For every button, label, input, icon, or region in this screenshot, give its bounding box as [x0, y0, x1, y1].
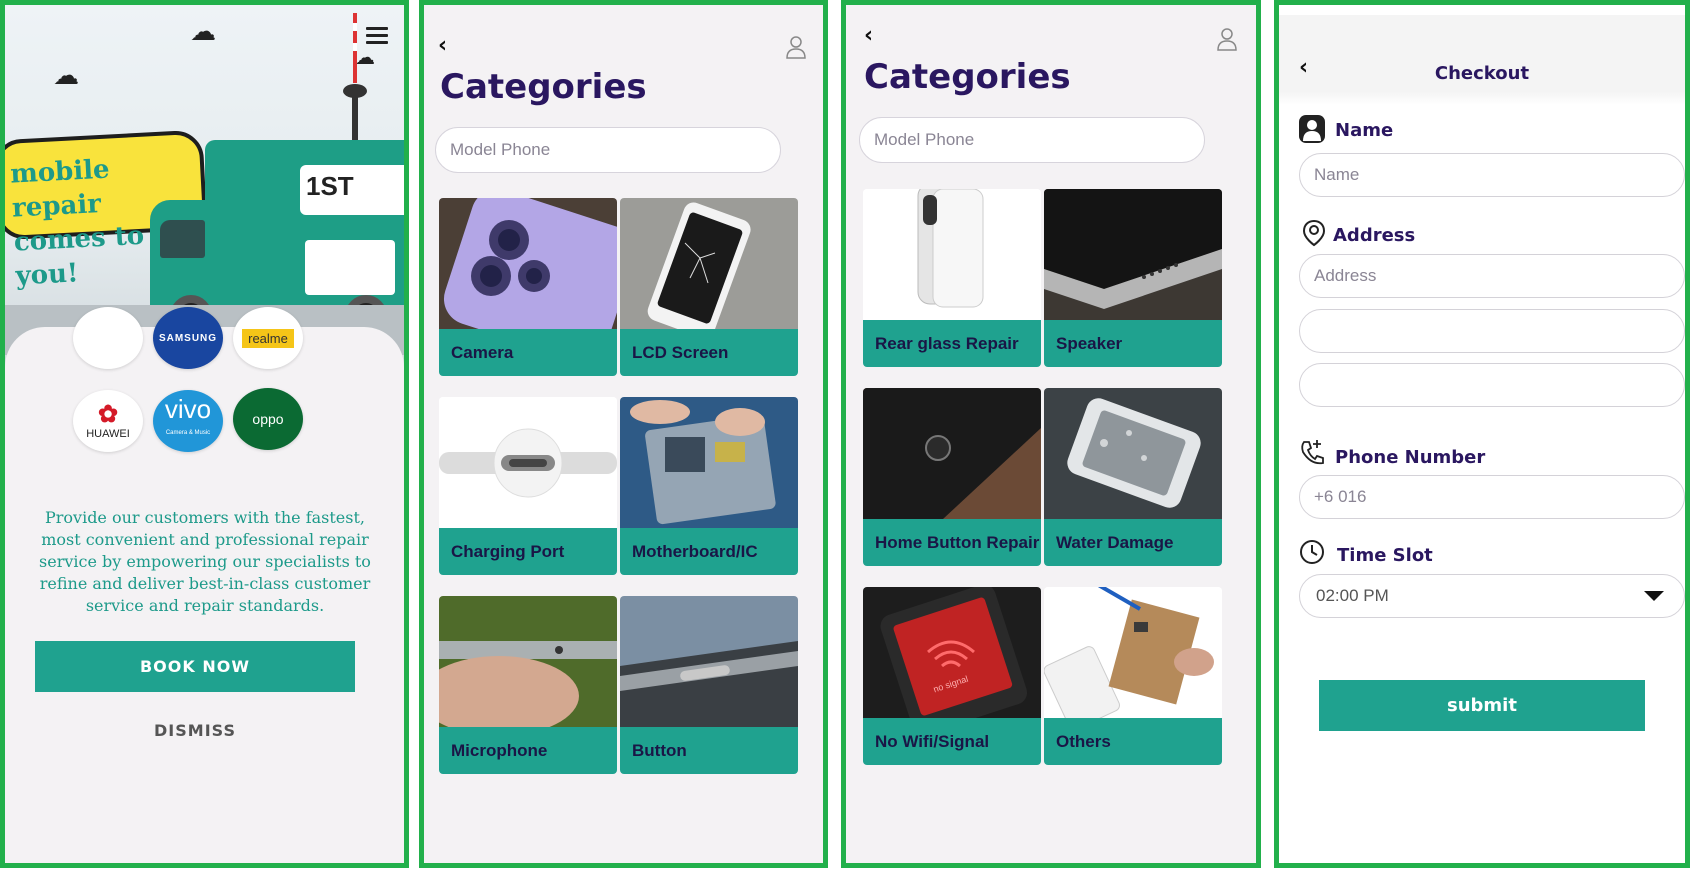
- phone-add-icon: [1301, 440, 1324, 465]
- clock-icon: [1300, 540, 1324, 564]
- category-label: Home Button Repair: [863, 519, 1041, 566]
- address-line-2-input[interactable]: [1299, 309, 1685, 353]
- category-card-microphone[interactable]: Microphone: [439, 596, 617, 774]
- no-signal-photo: no signal: [863, 587, 1041, 718]
- dropdown-caret-icon: [1644, 591, 1664, 601]
- name-badge-icon: [1299, 115, 1325, 143]
- category-label: Charging Port: [439, 528, 617, 575]
- category-card-button[interactable]: Button: [620, 596, 798, 774]
- home-button-photo: [863, 388, 1041, 519]
- page-title: Categories: [864, 57, 1071, 97]
- category-card-charging-port[interactable]: Charging Port: [439, 397, 617, 575]
- category-label: Motherboard/IC: [620, 528, 798, 575]
- checkout-header: [1279, 15, 1685, 105]
- cloud-icon: ☁: [190, 17, 216, 47]
- page-title: Checkout: [1434, 63, 1530, 84]
- name-input[interactable]: [1299, 153, 1685, 197]
- dismiss-button[interactable]: DISMISS: [35, 721, 355, 740]
- water-damage-photo: [1044, 388, 1222, 519]
- brand-realme-logo[interactable]: realme: [233, 307, 303, 369]
- category-card-rear-glass[interactable]: Rear glass Repair: [863, 189, 1041, 367]
- motherboard-photo: [620, 397, 798, 528]
- category-card-water-damage[interactable]: Water Damage: [1044, 388, 1222, 566]
- time-slot-value: 02:00 PM: [1316, 586, 1389, 605]
- brand-oppo-logo[interactable]: oppo: [233, 388, 303, 450]
- category-card-speaker[interactable]: Speaker: [1044, 189, 1222, 367]
- splash-screen: ☁ ☁ ☁ mobile repair comes to you! 1ST SA…: [0, 0, 409, 868]
- category-card-home-button[interactable]: Home Button Repair: [863, 388, 1041, 566]
- address-line-3-input[interactable]: [1299, 363, 1685, 407]
- brand-samsung-logo[interactable]: SAMSUNG: [153, 307, 223, 369]
- category-label: Camera: [439, 329, 617, 376]
- category-label: Others: [1044, 718, 1222, 765]
- model-phone-search-input[interactable]: [859, 117, 1205, 163]
- name-label: Name: [1335, 120, 1394, 141]
- categories-screen-a: ‹ Categories Camera LCD Screen: [419, 0, 828, 868]
- phone-number-label: Phone Number: [1335, 447, 1486, 468]
- cloud-icon: ☁: [53, 61, 79, 91]
- lcd-screen-photo: [620, 198, 798, 329]
- category-card-no-wifi[interactable]: no signal No Wifi/Signal: [863, 587, 1041, 765]
- phone-number-input[interactable]: [1299, 475, 1685, 519]
- microphone-photo: [439, 596, 617, 727]
- category-label: No Wifi/Signal: [863, 718, 1041, 765]
- category-card-lcd-screen[interactable]: LCD Screen: [620, 198, 798, 376]
- huawei-flower-icon: ✿: [97, 401, 119, 428]
- button-photo: [620, 596, 798, 727]
- book-now-button[interactable]: BOOK NOW: [35, 641, 355, 692]
- brand-huawei-logo[interactable]: ✿ HUAWEI: [73, 390, 143, 452]
- speaker-photo: [1044, 189, 1222, 320]
- category-label: LCD Screen: [620, 329, 798, 376]
- address-label: Address: [1333, 225, 1416, 246]
- submit-button[interactable]: submit: [1319, 680, 1645, 731]
- user-icon[interactable]: [785, 35, 807, 59]
- others-photo: [1044, 587, 1222, 718]
- charging-port-photo: [439, 397, 617, 528]
- category-label: Rear glass Repair: [863, 320, 1041, 367]
- category-card-motherboard[interactable]: Motherboard/IC: [620, 397, 798, 575]
- page-title: Categories: [440, 67, 647, 107]
- back-chevron-icon[interactable]: ‹: [438, 33, 447, 58]
- back-chevron-icon[interactable]: ‹: [864, 23, 873, 48]
- location-pin-icon: [1302, 219, 1326, 247]
- category-card-others[interactable]: Others: [1044, 587, 1222, 765]
- category-label: Button: [620, 727, 798, 774]
- category-label: Water Damage: [1044, 519, 1222, 566]
- time-slot-select[interactable]: 02:00 PM: [1299, 574, 1685, 618]
- category-label: Speaker: [1044, 320, 1222, 367]
- checkout-screen: ‹ Checkout Name Address Phone Number Tim…: [1274, 0, 1690, 868]
- brand-vivo-logo[interactable]: vivo Camera & Music: [153, 390, 223, 452]
- rear-glass-photo: [863, 189, 1041, 320]
- menu-icon[interactable]: [366, 27, 388, 45]
- address-line-1-input[interactable]: [1299, 254, 1685, 298]
- time-slot-label: Time Slot: [1337, 545, 1433, 566]
- category-card-camera[interactable]: Camera: [439, 198, 617, 376]
- mission-text: Provide our customers with the fastest, …: [39, 508, 371, 615]
- camera-photo: [439, 198, 617, 329]
- brand-apple-logo[interactable]: [73, 307, 143, 369]
- categories-screen-b: ‹ Categories Rear glass Repair Speaker H…: [841, 0, 1261, 868]
- user-icon[interactable]: [1216, 27, 1238, 51]
- van-sign: 1ST: [300, 165, 404, 215]
- category-label: Microphone: [439, 727, 617, 774]
- model-phone-search-input[interactable]: [435, 127, 781, 173]
